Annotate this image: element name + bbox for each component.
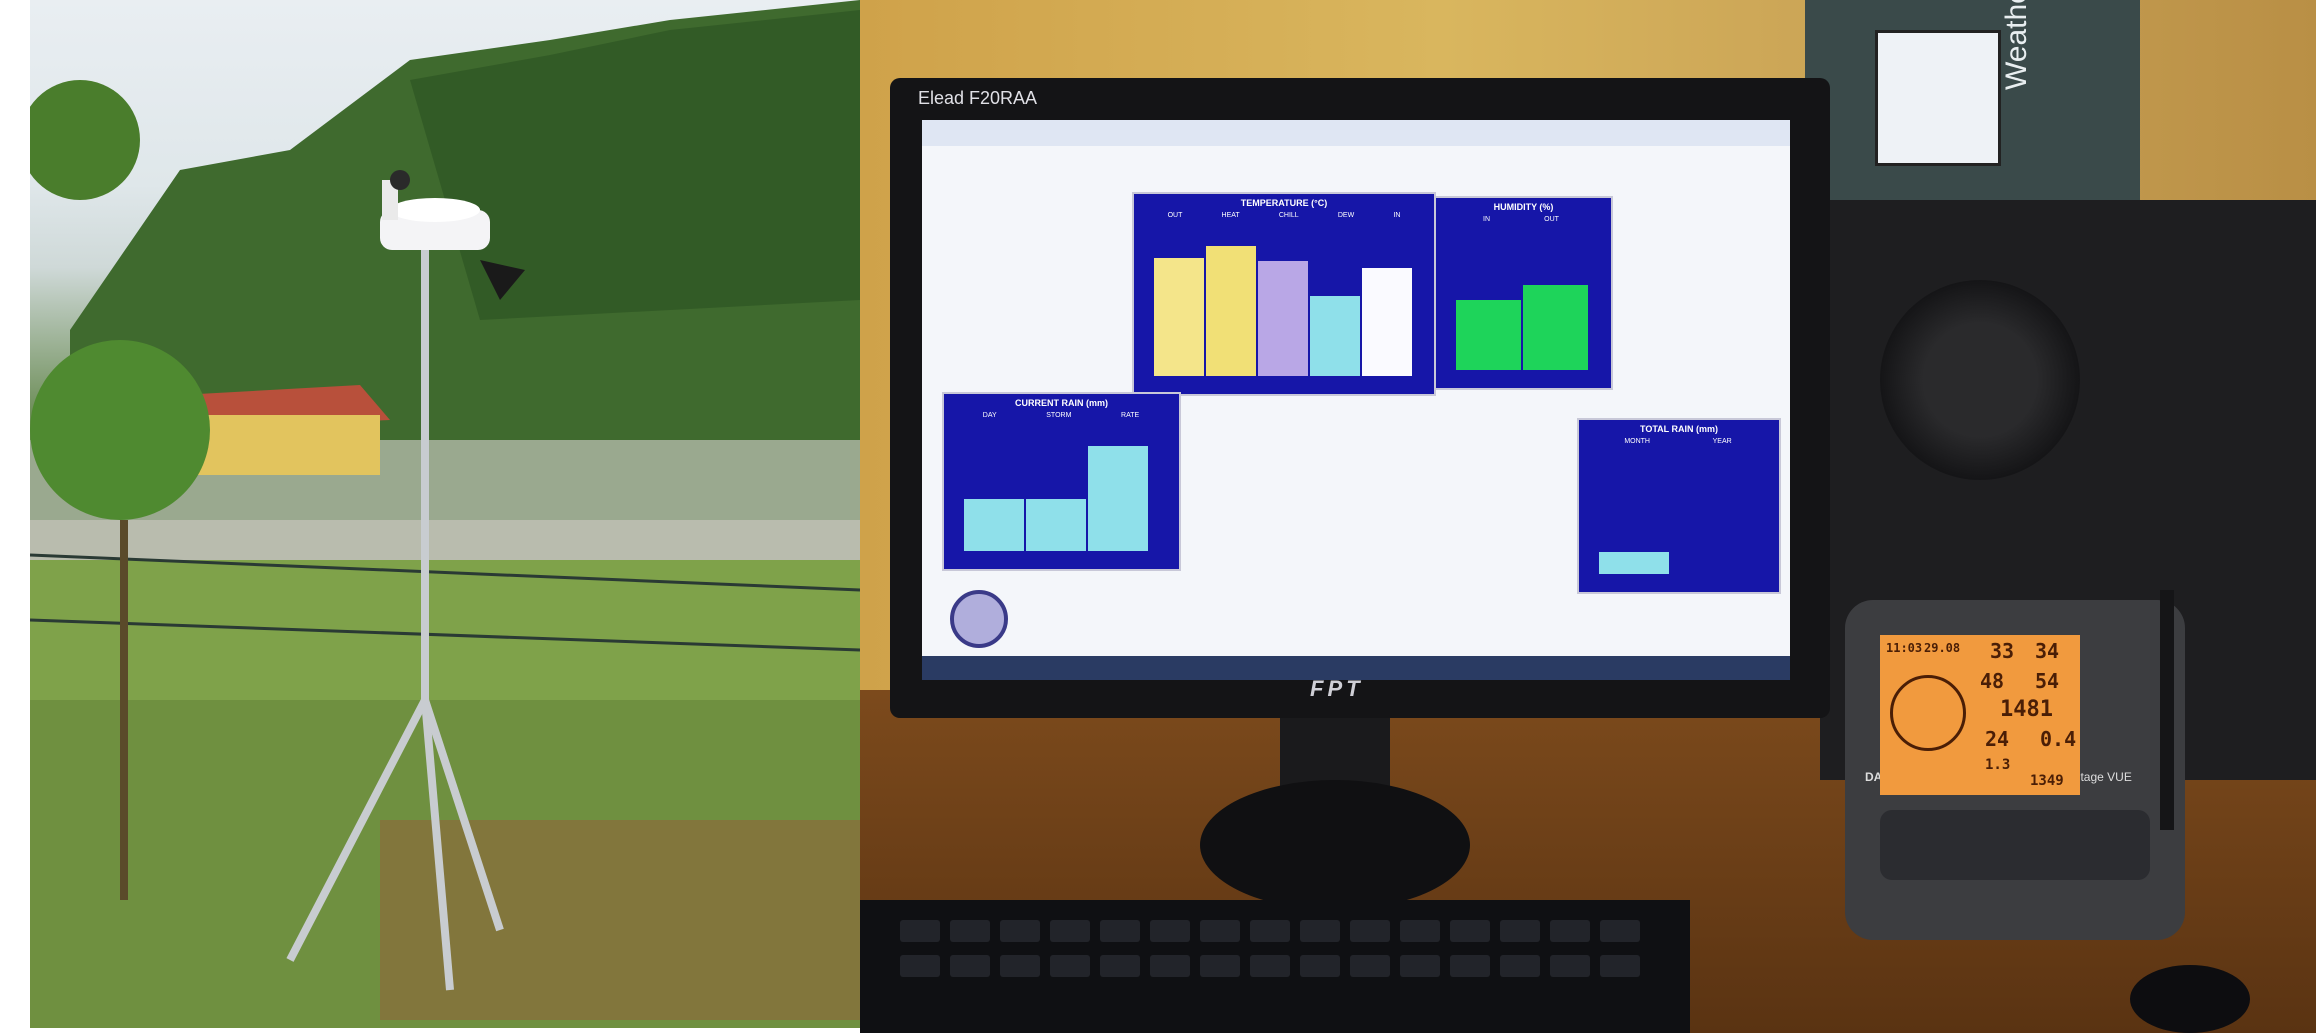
weather-station-photo	[30, 0, 860, 1028]
rain-label-rate: RATE	[1121, 412, 1140, 419]
box-label: WeatherLink	[2000, 0, 2033, 90]
weatherlink-box: WeatherLink	[1805, 0, 2140, 200]
bar-dew	[1310, 296, 1360, 376]
bar-rain-day	[964, 499, 1024, 551]
app-toolbar[interactable]	[922, 120, 1790, 146]
lcd-out-hum: 48	[1980, 669, 2005, 693]
bar-out	[1154, 258, 1204, 376]
temp-label-chill: CHILL	[1278, 212, 1299, 219]
console-lcd: 11:03 29.08 33 34 48 54 1481 24 0.4 1.3 …	[1880, 635, 2080, 795]
humidity-panel: HUMIDITY (%) IN OUT	[1434, 196, 1613, 390]
current-rain-panel: CURRENT RAIN (mm) DAY STORM RATE	[942, 392, 1181, 571]
lcd-extra-b: 1349	[2030, 773, 2064, 789]
weatherlink-screen: TEMPERATURE (°C) OUT HEAT CHILL DEW IN H…	[922, 120, 1790, 680]
current-rain-title: CURRENT RAIN (mm)	[1015, 398, 1108, 408]
total-label-year: YEAR	[1712, 438, 1732, 445]
antenna	[2160, 590, 2174, 830]
total-rain-title: TOTAL RAIN (mm)	[1640, 424, 1718, 434]
lcd-rain-a: 24	[1985, 727, 2010, 751]
temp-label-dew: DEW	[1337, 212, 1355, 219]
bar-in	[1362, 268, 1412, 376]
rain-label-day: DAY	[982, 412, 997, 419]
bar-rain-rate	[1088, 446, 1148, 551]
temperature-title: TEMPERATURE (°C)	[1240, 198, 1328, 208]
bar-hum-out	[1523, 285, 1588, 370]
hum-label-in: IN	[1483, 216, 1491, 223]
monitor-model: Elead F20RAA	[918, 88, 1038, 108]
temp-label-heat: HEAT	[1221, 212, 1240, 219]
fan-grille	[1880, 280, 2080, 480]
temperature-panel: TEMPERATURE (°C) OUT HEAT CHILL DEW IN	[1132, 192, 1436, 396]
temp-label-out: OUT	[1167, 212, 1183, 219]
lcd-temp: 33	[1990, 639, 2015, 663]
keyboard[interactable]	[860, 900, 1690, 1033]
wind-gauge	[950, 590, 1008, 648]
hum-label-out: OUT	[1544, 216, 1559, 223]
box-screenshot	[1875, 30, 2001, 166]
indoor-desk-photo: WeatherLink Elead F20RAA FPT TEMPERATURE…	[860, 0, 2316, 1033]
bar-rain-storm	[1026, 499, 1086, 551]
bar-hum-in	[1456, 300, 1521, 370]
lcd-date: 29.08	[1924, 641, 1961, 655]
lcd-baro: 1481	[2000, 697, 2053, 722]
lcd-compass	[1890, 675, 1966, 751]
outdoor-scene	[30, 0, 860, 1028]
bar-heat	[1206, 246, 1256, 376]
lcd-extra-a: 1.3	[1985, 757, 2011, 773]
taskbar[interactable]	[922, 656, 1790, 680]
bar-chill	[1258, 261, 1308, 376]
console-keypad[interactable]	[1880, 810, 2150, 880]
lcd-hum: 34	[2035, 639, 2060, 663]
lcd-time: 11:03	[1886, 641, 1923, 655]
bar-total-month	[1599, 552, 1669, 574]
lcd-rain-b: 0.4	[2040, 727, 2077, 751]
humidity-title: HUMIDITY (%)	[1493, 202, 1554, 212]
temp-label-in: IN	[1393, 212, 1401, 219]
total-rain-panel: TOTAL RAIN (mm) MONTH YEAR	[1577, 418, 1781, 594]
total-label-month: MONTH	[1624, 438, 1650, 445]
monitor-stand-base	[1200, 780, 1470, 910]
lcd-out-temp: 54	[2035, 669, 2060, 693]
rain-label-storm: STORM	[1046, 412, 1072, 419]
mouse[interactable]	[2130, 965, 2250, 1033]
